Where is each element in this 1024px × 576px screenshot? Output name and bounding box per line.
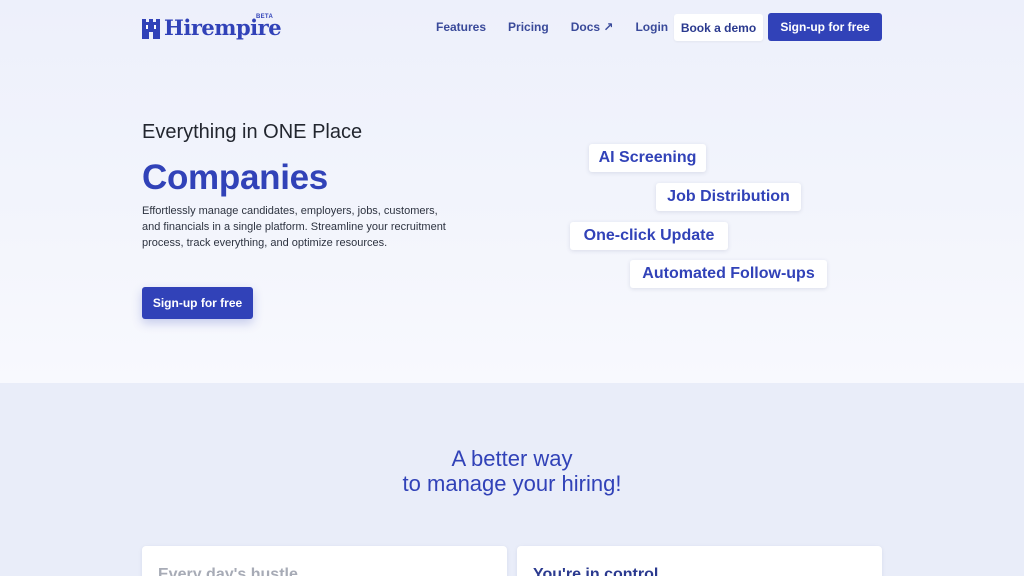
hero-signup-button[interactable]: Sign-up for free: [142, 287, 253, 319]
main-nav: Features Pricing Docs ↗ Login: [436, 20, 690, 35]
book-demo-button[interactable]: Book a demo: [674, 14, 763, 41]
feature-tag-ai-screening: AI Screening: [589, 144, 706, 172]
feature-tag-automated-follow-ups: Automated Follow-ups: [630, 260, 827, 288]
card-in-control: You're in control: [517, 546, 882, 576]
beta-badge: BETA: [256, 14, 274, 20]
card-title: Every day's hustle: [158, 566, 298, 576]
feature-tag-one-click-update: One-click Update: [570, 222, 728, 250]
brand-logo[interactable]: Hirempire BETA: [142, 14, 282, 41]
nav-docs[interactable]: Docs ↗: [571, 20, 614, 35]
section-heading-line1: A better way: [451, 446, 573, 471]
nav-features[interactable]: Features: [436, 20, 486, 35]
nav-pricing[interactable]: Pricing: [508, 20, 549, 35]
nav-signup-button[interactable]: Sign-up for free: [768, 13, 882, 41]
hero-description: Effortlessly manage candidates, employer…: [142, 205, 446, 249]
castle-icon: [142, 19, 160, 39]
nav-login[interactable]: Login: [635, 20, 668, 35]
feature-tag-job-distribution: Job Distribution: [656, 183, 801, 211]
card-title: You're in control: [533, 566, 659, 576]
hero-tagline: Everything in ONE Place: [142, 121, 363, 143]
card-everyday-hustle: Every day's hustle: [142, 546, 507, 576]
section-heading-line2: to manage your hiring!: [402, 471, 622, 496]
hero-rotating-word: Companies: [142, 158, 328, 197]
section-heading: A better way to manage your hiring!: [0, 446, 1024, 496]
